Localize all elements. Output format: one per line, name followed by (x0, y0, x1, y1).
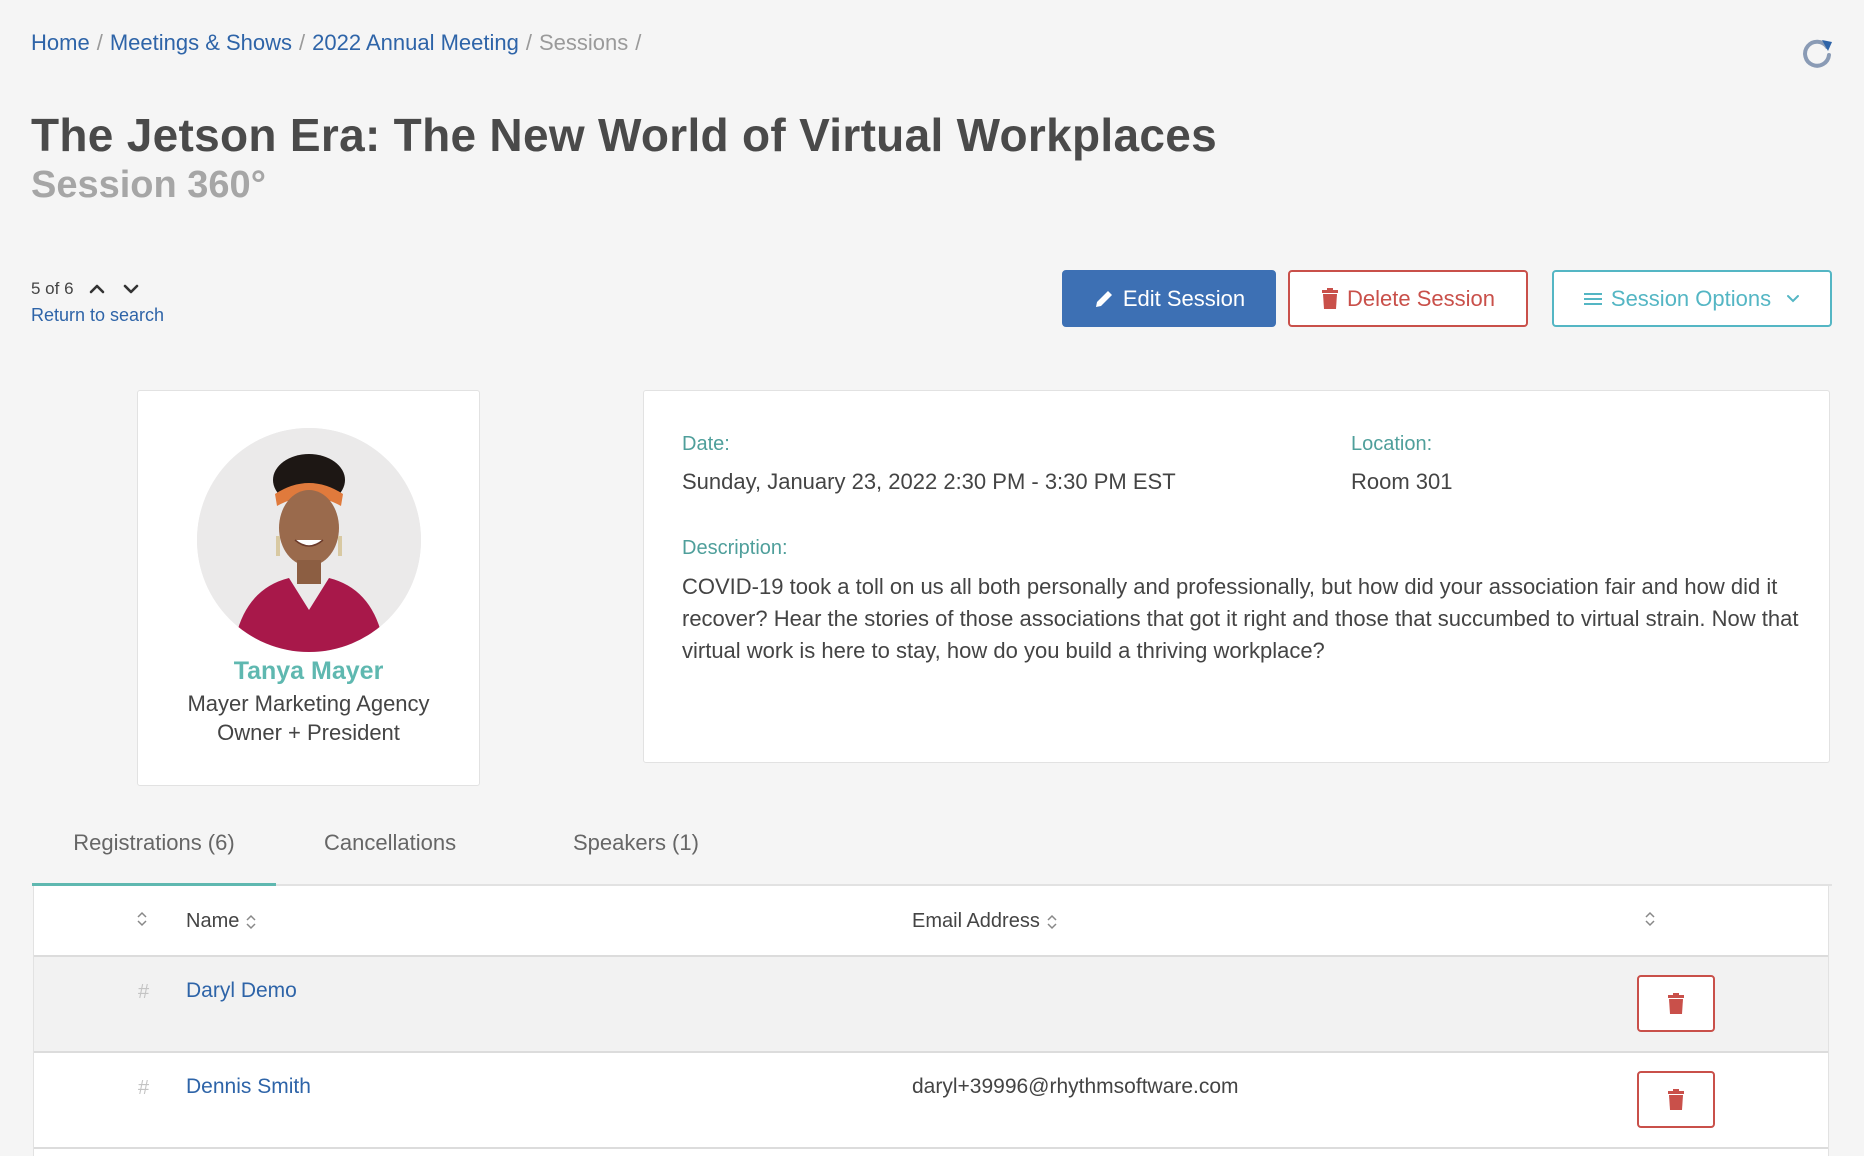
speaker-avatar (197, 428, 421, 652)
tab-registrations[interactable]: Registrations (6) (32, 832, 276, 886)
breadcrumb-separator: / (299, 30, 306, 55)
pager-position: 5 of 6 (31, 279, 74, 298)
menu-icon (1583, 292, 1602, 305)
edit-session-label: Edit Session (1122, 285, 1246, 311)
speaker-name[interactable]: Tanya Mayer (138, 657, 479, 686)
session-details-card: Date: Sunday, January 23, 2022 2:30 PM -… (643, 390, 1830, 763)
date-label: Date: (682, 433, 730, 455)
return-to-search-link[interactable]: Return to search (31, 305, 164, 326)
row-marker: # (138, 1077, 150, 1099)
sort-icon (1047, 914, 1057, 929)
delete-registration-button[interactable] (1637, 975, 1715, 1032)
column-header-email[interactable]: Email Address (912, 910, 1058, 933)
column-name-label: Name (186, 910, 240, 932)
location-label: Location: (1351, 433, 1433, 455)
delete-session-label: Delete Session (1347, 285, 1495, 311)
breadcrumb-annual-meeting[interactable]: 2022 Annual Meeting (312, 30, 519, 56)
edit-session-button[interactable]: Edit Session (1062, 270, 1276, 327)
location-value: Room 301 (1351, 469, 1453, 494)
table-header: Name Email Address (34, 886, 1828, 957)
chevron-down-icon[interactable] (120, 278, 142, 300)
registrant-name-link[interactable]: Dennis Smith (186, 1075, 311, 1099)
session-options-label: Session Options (1610, 285, 1772, 311)
delete-registration-button[interactable] (1637, 1071, 1715, 1128)
trash-icon (1668, 1088, 1684, 1110)
registrant-name-link[interactable]: Daryl Demo (186, 979, 297, 1003)
refresh-icon[interactable] (1800, 36, 1834, 70)
sort-icon[interactable] (130, 910, 148, 928)
table-row: # Daryl Demo (34, 957, 1828, 1053)
speaker-card: Tanya Mayer Mayer Marketing Agency Owner… (137, 390, 480, 786)
breadcrumb-home[interactable]: Home (31, 30, 90, 56)
table-row: # Dennis Smith daryl+39996@rhythmsoftwar… (34, 1053, 1828, 1149)
delete-session-button[interactable]: Delete Session (1288, 270, 1528, 327)
tab-speakers[interactable]: Speakers (1) (573, 832, 699, 886)
trash-icon (1668, 992, 1684, 1014)
breadcrumb: Home / Meetings & Shows / 2022 Annual Me… (31, 30, 648, 56)
page-title: The Jetson Era: The New World of Virtual… (31, 109, 1218, 161)
registrant-email: daryl+39996@rhythmsoftware.com (912, 1075, 1239, 1098)
breadcrumb-sessions: Sessions (539, 30, 629, 55)
chevron-down-icon (1787, 294, 1800, 302)
sort-icon[interactable] (1638, 910, 1656, 928)
record-pager: 5 of 6 (31, 278, 142, 300)
breadcrumb-meetings-shows[interactable]: Meetings & Shows (110, 30, 292, 56)
chevron-up-icon[interactable] (86, 278, 108, 300)
tab-cancellations[interactable]: Cancellations (324, 832, 456, 886)
session-options-button[interactable]: Session Options (1552, 270, 1832, 327)
description-label: Description: (682, 537, 788, 559)
session-tabs: Registrations (6) Cancellations Speakers… (32, 820, 1832, 886)
column-header-name[interactable]: Name (186, 910, 257, 933)
page-subtitle: Session 360° (31, 164, 266, 206)
speaker-role: Owner + President (217, 720, 400, 745)
speaker-organization: Mayer Marketing Agency (187, 691, 430, 716)
registrations-table: Name Email Address # Daryl Demo # Dennis… (33, 886, 1829, 1156)
trash-icon (1322, 287, 1338, 309)
column-email-label: Email Address (912, 910, 1040, 932)
sort-icon (246, 914, 256, 929)
breadcrumb-separator: / (525, 30, 532, 55)
breadcrumb-separator: / (635, 30, 642, 55)
breadcrumb-separator: / (96, 30, 103, 55)
date-value: Sunday, January 23, 2022 2:30 PM - 3:30 … (682, 469, 1176, 494)
row-marker: # (138, 981, 150, 1003)
description-value: COVID-19 took a toll on us all both pers… (682, 574, 1799, 663)
pencil-icon (1095, 290, 1112, 307)
